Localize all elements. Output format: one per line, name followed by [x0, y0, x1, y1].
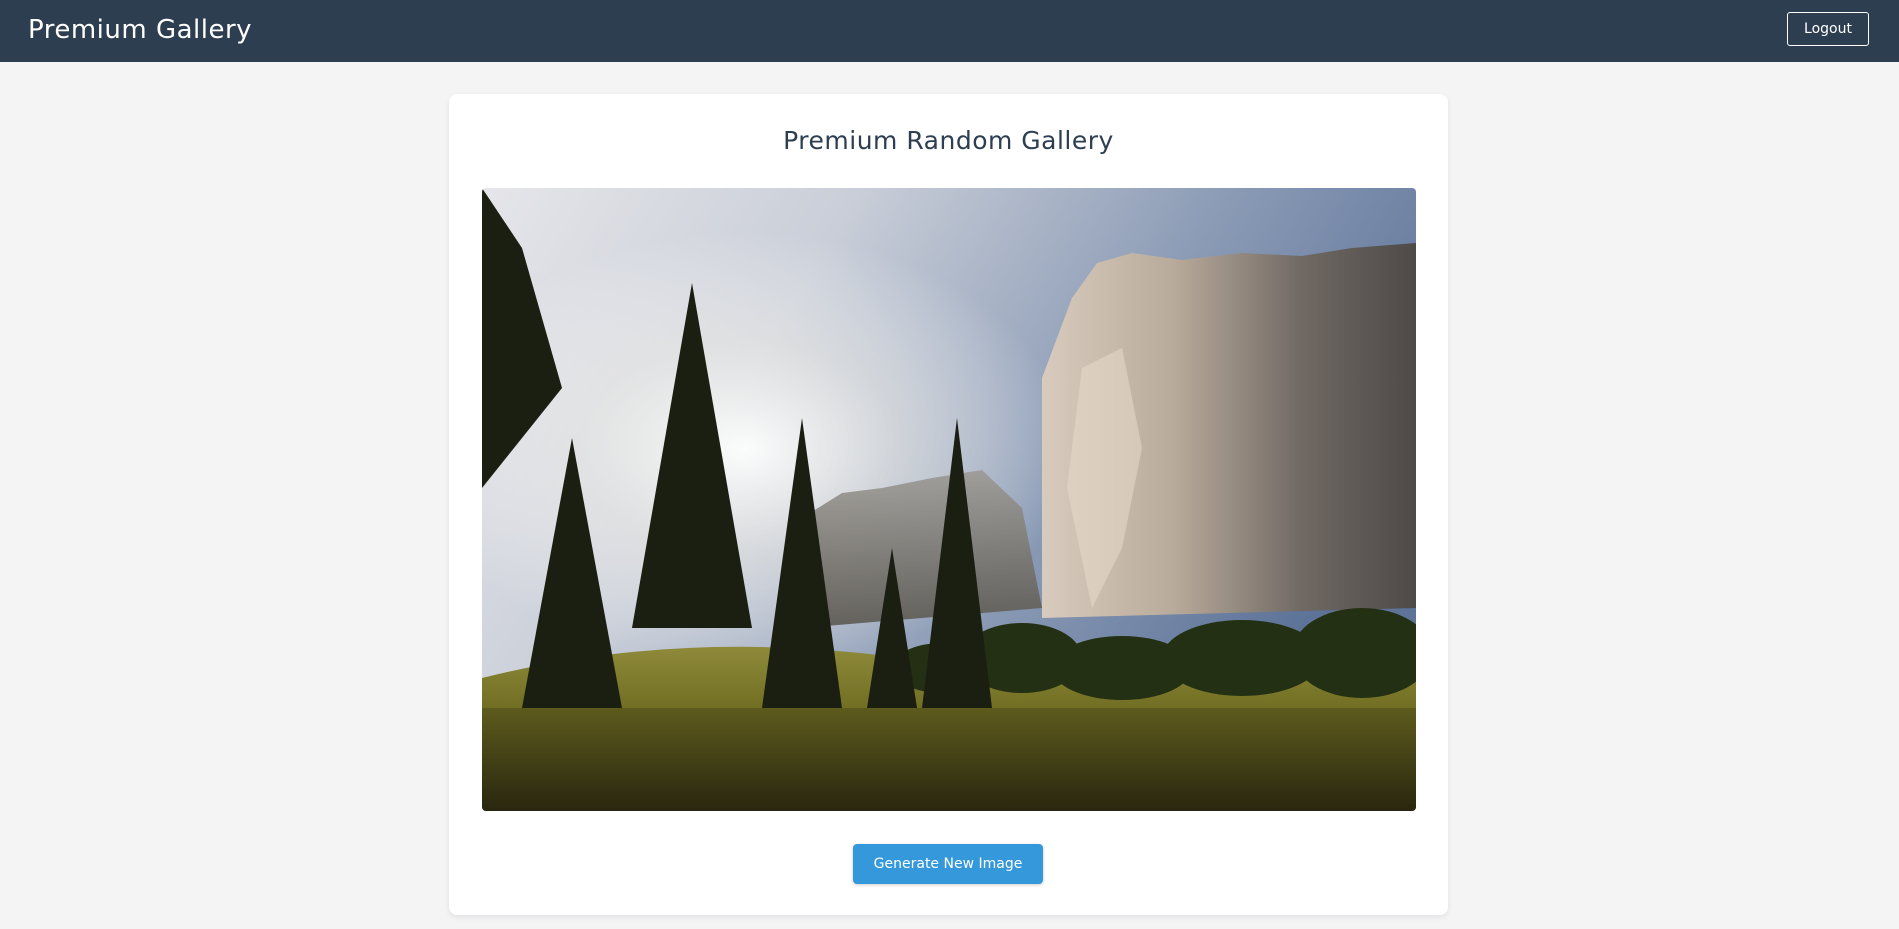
- brand-title: Premium Gallery: [28, 15, 253, 45]
- gallery-card: Premium Random Gallery Generate New Imag…: [449, 94, 1448, 915]
- generate-new-image-button[interactable]: Generate New Image: [853, 844, 1043, 884]
- top-navbar: Premium Gallery Logout: [0, 0, 1899, 62]
- logout-button[interactable]: Logout: [1787, 12, 1869, 46]
- gallery-image: [482, 188, 1416, 811]
- page-title: Premium Random Gallery: [783, 126, 1114, 155]
